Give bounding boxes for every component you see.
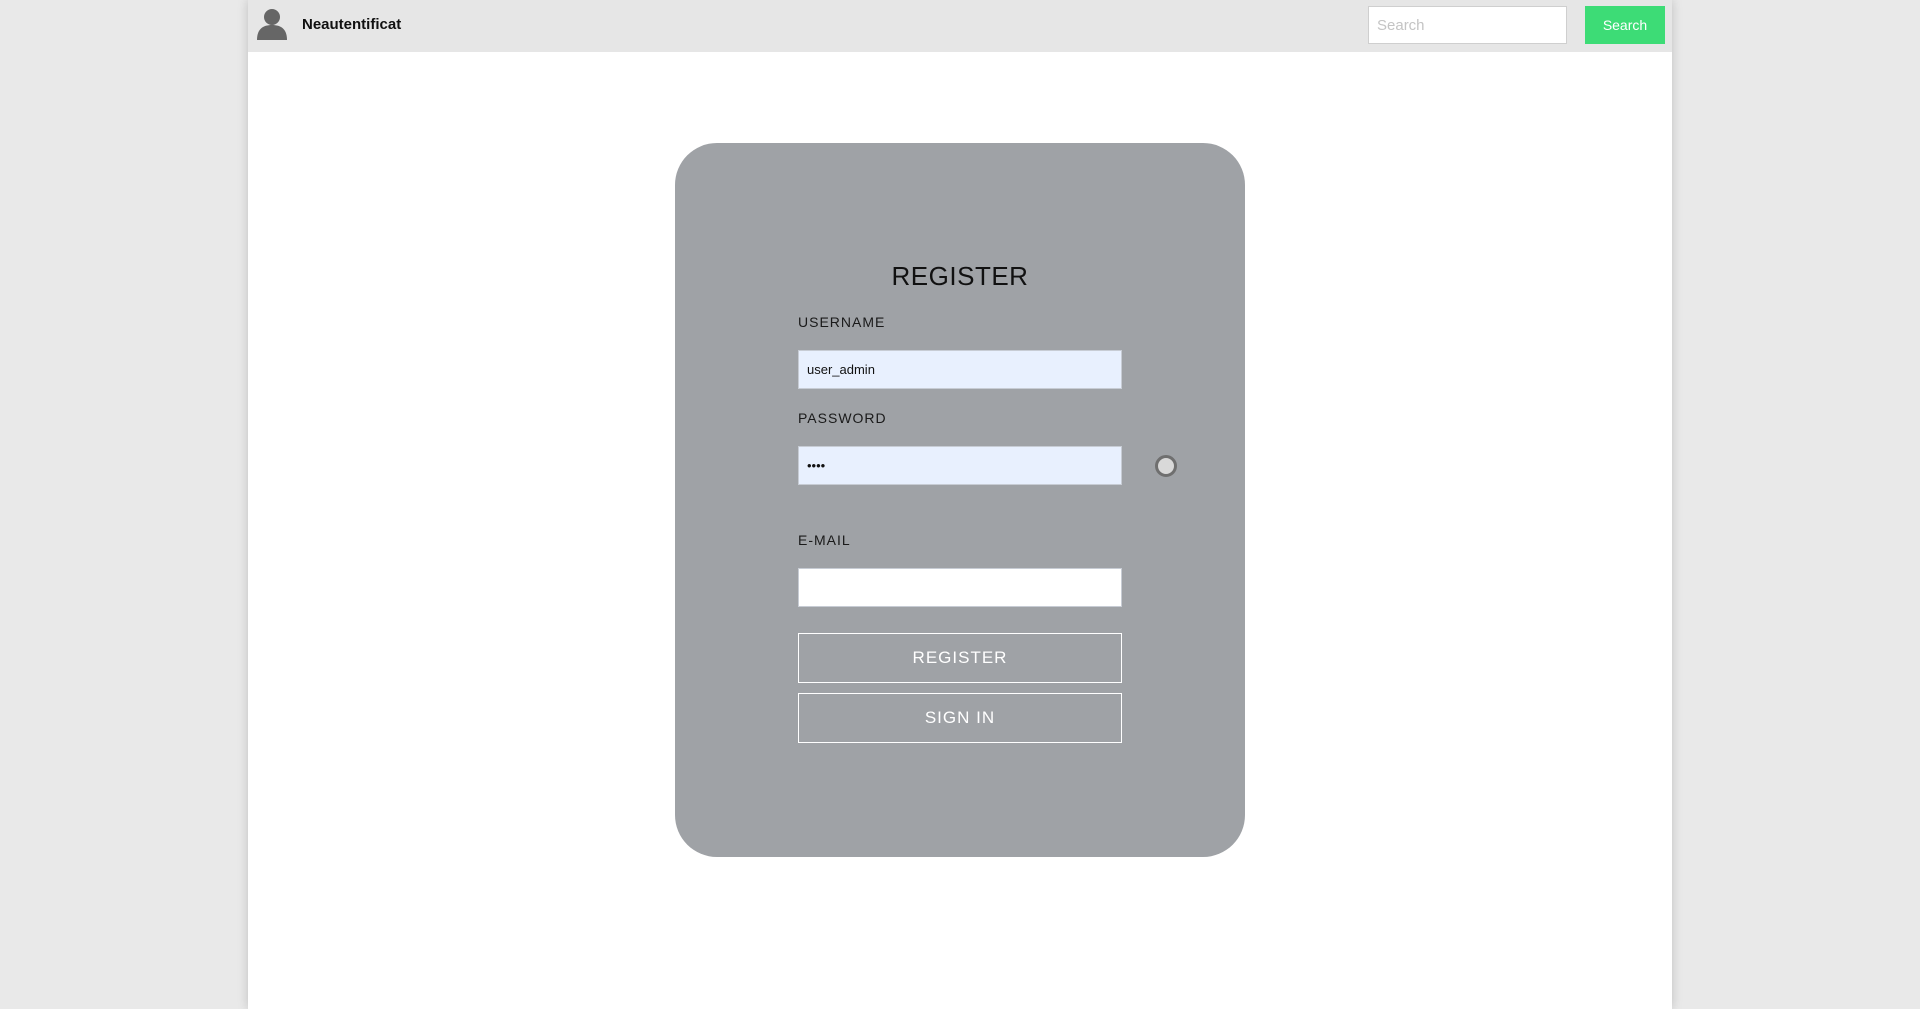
show-password-toggle[interactable] bbox=[1155, 455, 1177, 477]
register-title: REGISTER bbox=[891, 261, 1029, 291]
top-navigation-bar: Neautentificat Search bbox=[248, 0, 1672, 52]
search-input[interactable] bbox=[1368, 6, 1567, 44]
register-card: REGISTER USERNAME PASSWORD E-MAIL REGIST… bbox=[675, 143, 1245, 857]
username-label: USERNAME bbox=[798, 314, 886, 330]
user-status-label: Neautentificat bbox=[302, 16, 402, 33]
password-field[interactable] bbox=[798, 446, 1122, 485]
register-button[interactable]: REGISTER bbox=[798, 633, 1122, 683]
page-container: Neautentificat Search REGISTER USERNAME … bbox=[248, 0, 1672, 1009]
user-avatar-icon[interactable] bbox=[256, 6, 288, 40]
search-button[interactable]: Search bbox=[1585, 6, 1665, 44]
username-field[interactable] bbox=[798, 350, 1122, 389]
password-label: PASSWORD bbox=[798, 410, 887, 426]
email-label: E-MAIL bbox=[798, 532, 851, 548]
email-field[interactable] bbox=[798, 568, 1122, 607]
sign-in-button[interactable]: SIGN IN bbox=[798, 693, 1122, 743]
